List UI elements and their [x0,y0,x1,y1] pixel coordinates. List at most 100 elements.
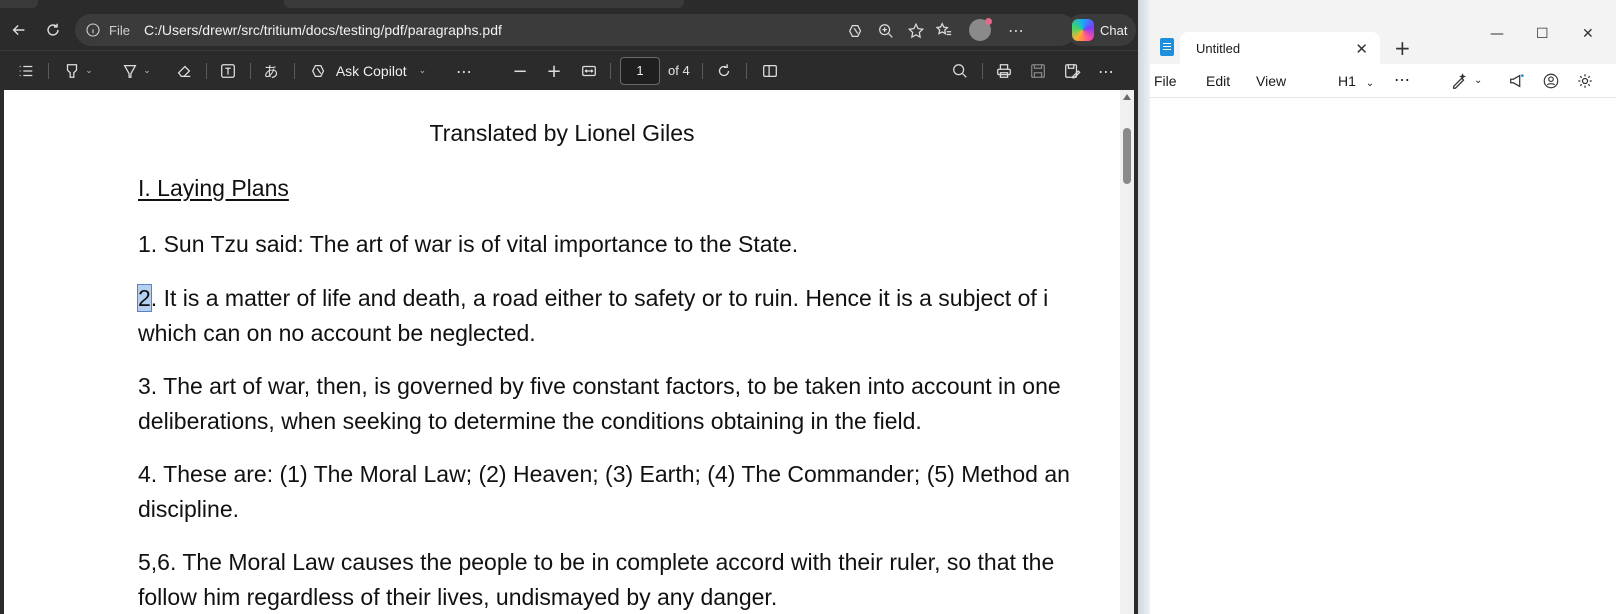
chat-label: Chat [1100,22,1128,38]
favorite-button[interactable] [905,20,927,42]
translate-button[interactable]: あ [258,51,284,91]
paragraph-5-6: 5,6. The Moral Law causes the people to … [138,545,1054,614]
menu-file[interactable]: File [1154,64,1177,98]
announcements-button[interactable] [1508,72,1526,90]
add-text-button[interactable] [216,51,240,91]
notepad-editor[interactable] [1150,98,1616,614]
format-more-button[interactable]: ⋯ [1394,64,1410,98]
copilot-icon [311,64,325,78]
megaphone-icon [1510,74,1524,88]
chevron-down-icon: ⌄ [1365,78,1375,89]
favorites-button[interactable] [930,16,958,44]
page-total-label: of 4 [668,63,690,78]
vertical-scrollbar[interactable] [1120,90,1134,614]
pdf-more-button[interactable]: ⋯ [1094,51,1118,91]
tab-stub-left[interactable] [0,0,38,8]
text-box-icon [221,64,235,78]
erase-button[interactable] [172,51,196,91]
read-aloud-icon: あ [263,62,279,81]
page-number-input[interactable]: 1 [620,57,660,85]
paragraph-3: 3. The art of war, then, is governed by … [138,369,1061,439]
more-tools-button[interactable]: ⋯ [452,51,476,91]
contents-button[interactable] [14,51,38,91]
save-button[interactable] [1026,51,1050,91]
copilot-chat-button[interactable]: Chat [1066,14,1136,46]
toolbar-divider [206,63,207,79]
find-button[interactable] [948,51,972,91]
profile-button[interactable] [966,16,994,44]
chapter-heading: I. Laying Plans [138,175,289,201]
rewrite-dropdown[interactable]: ⌄ [1474,64,1482,98]
pdf-page[interactable]: y Translated by Lionel Giles I. Laying P… [4,90,1120,614]
info-icon[interactable] [85,22,101,38]
toolbar-divider [48,63,49,79]
account-button[interactable] [1542,72,1560,90]
zoom-in-button[interactable]: + [542,51,566,91]
heading-style-dropdown[interactable]: H1 ⌄ [1338,64,1374,98]
selected-text[interactable]: 2 [137,284,152,312]
pen-icon [123,64,137,78]
paragraph-line: deliberations, when seeking to determine… [138,408,922,434]
scroll-up-arrow-icon[interactable] [1123,94,1131,100]
zoom-out-button[interactable]: − [508,51,532,91]
desktop: File C:/Users/drewr/src/tritium/docs/tes… [0,0,1616,614]
rotate-button[interactable] [712,51,736,91]
url-text[interactable]: C:/Users/drewr/src/tritium/docs/testing/… [144,22,502,38]
close-window-icon[interactable]: ✕ [1582,26,1594,42]
notepad-tab-title: Untitled [1196,40,1241,56]
pdf-toolbar: ⌄ ⌄ あ Ask Copilot ⌄ ⋯ − + 1 of 4 ⋯ [0,50,1138,90]
account-icon [1543,73,1559,89]
table-of-contents-icon [19,65,33,77]
save-as-icon [1065,64,1081,79]
star-icon [907,22,925,39]
toolbar-divider [746,63,747,79]
minimize-icon[interactable]: — [1490,26,1504,42]
refresh-icon [47,23,59,36]
maximize-icon[interactable]: ☐ [1536,26,1549,42]
refresh-button[interactable] [36,13,70,47]
paragraph-4: 4. These are: (1) The Moral Law; (2) Hea… [138,457,1070,527]
save-icon [1031,64,1045,78]
cut-off-line: y [604,90,616,91]
pdf-viewport[interactable]: y Translated by Lionel Giles I. Laying P… [0,90,1138,614]
fit-to-width-icon [582,65,596,77]
print-button[interactable] [992,51,1016,91]
new-tab-icon[interactable]: + [1394,36,1411,60]
more-horizontal-icon: ⋯ [456,61,472,81]
menu-view[interactable]: View [1256,64,1286,98]
browser-more-button[interactable]: ⋯ [1002,16,1030,44]
ai-pen-icon [1452,73,1466,89]
paragraph-2: 2. It is a matter of life and death, a r… [137,281,1048,351]
save-as-button[interactable] [1060,51,1084,91]
zoom-button[interactable] [875,20,897,42]
fit-width-button[interactable] [576,51,602,91]
rewrite-button[interactable] [1450,72,1468,90]
toolbar-divider [610,63,611,79]
draw-button[interactable]: ⌄ [114,51,158,91]
paragraph-line: discipline. [138,496,239,522]
ask-copilot-button[interactable]: Ask Copilot ⌄ [306,51,430,91]
paragraph-line: 5,6. The Moral Law causes the people to … [138,549,1055,575]
paragraph-line: 2. It is a matter of life and death, a r… [137,281,1048,316]
printer-icon [997,64,1011,78]
menu-edit[interactable]: Edit [1206,64,1230,98]
back-button[interactable] [2,13,36,47]
active-tab-stub[interactable] [284,0,684,8]
profile-avatar [969,18,992,41]
settings-button[interactable] [1576,72,1594,90]
notepad-window-border [1138,0,1150,614]
ask-copilot-label: Ask Copilot [335,63,407,79]
highlight-button[interactable]: ⌄ [56,51,100,91]
zoom-in-icon [879,24,893,38]
scrollbar-thumb[interactable] [1123,128,1131,184]
tab-strip [0,0,1138,10]
chevron-down-icon: ⌄ [85,66,93,76]
page-view-button[interactable] [758,51,782,91]
close-tab-icon[interactable]: ✕ [1355,40,1368,58]
notepad-tab[interactable]: Untitled ✕ [1180,32,1380,64]
copilot-page-button[interactable] [845,20,867,42]
rotate-icon [718,64,730,77]
more-horizontal-icon: ⋯ [1008,20,1024,40]
toolbar-divider [294,63,295,79]
more-horizontal-icon: ⋯ [1394,72,1410,89]
